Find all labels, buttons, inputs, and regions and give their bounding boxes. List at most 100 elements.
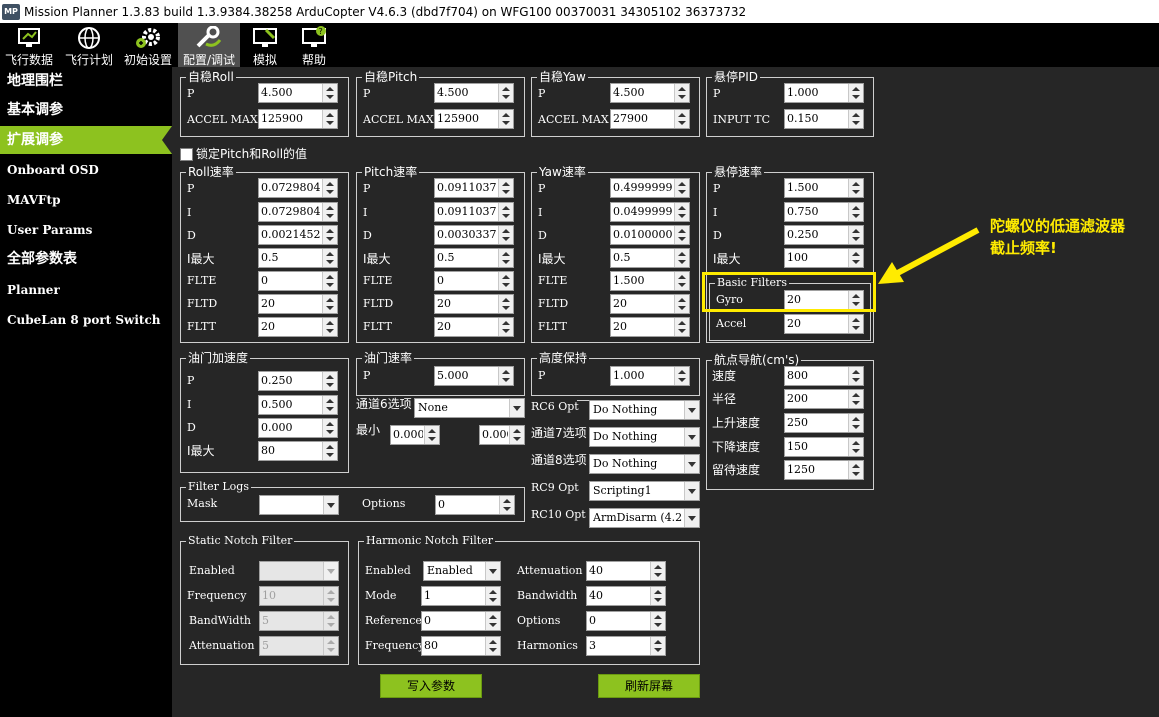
menu-config-tuning[interactable]: 配置/调试 <box>178 23 240 67</box>
group-title: Filter Logs <box>186 480 251 494</box>
group-title: Harmonic Notch Filter <box>364 534 495 548</box>
filter-logs-mask-select[interactable] <box>259 495 339 515</box>
throttle-accel-p-input[interactable]: 0.250 <box>258 371 338 391</box>
menu-initial-setup[interactable]: 初始设置 <box>120 23 176 67</box>
pitch-rate-fltt-input[interactable]: 20 <box>434 317 514 337</box>
roll-rate-flte-input[interactable]: 0 <box>258 271 338 291</box>
lock-pitch-roll-checkbox[interactable] <box>180 148 193 161</box>
chevron-down-icon <box>684 509 699 527</box>
harmonic-notch-frequency-input[interactable]: 80 <box>421 636 501 656</box>
menu-simulation[interactable]: 模拟 <box>244 23 286 67</box>
roll-rate-d-input[interactable]: 0.00214520 <box>258 225 338 245</box>
stab-roll-p-input[interactable]: 4.500 <box>258 83 338 103</box>
throttle-rate-p-input[interactable]: 5.000 <box>434 366 514 386</box>
yaw-rate-fltd-input[interactable]: 20 <box>610 294 690 314</box>
wp-climb-speed-input[interactable]: 250 <box>784 413 864 433</box>
wp-descent-speed-input[interactable]: 150 <box>784 437 864 457</box>
wp-loiter-speed-input[interactable]: 1250 <box>784 460 864 480</box>
spinner-icon <box>650 562 665 580</box>
stab-yaw-accel-input[interactable]: 27900 <box>610 109 690 129</box>
filter-logs-options-input[interactable]: 0 <box>435 495 515 515</box>
yaw-rate-p-input[interactable]: 0.4999999 <box>610 178 690 198</box>
static-notch-enabled-select[interactable] <box>259 561 339 581</box>
sidebar-item-geofence[interactable]: 地理围栏 <box>0 67 172 95</box>
roll-rate-fltt-input[interactable]: 20 <box>258 317 338 337</box>
sidebar-item-basic-tuning[interactable]: 基本调参 <box>0 96 172 124</box>
spinner-icon <box>322 318 337 336</box>
loiter-rate-d-input[interactable]: 0.250 <box>784 225 864 245</box>
pitch-rate-d-input[interactable]: 0.00303377 <box>434 225 514 245</box>
spinner-icon <box>848 249 863 267</box>
sidebar-item-extended-tuning[interactable]: 扩展调参 <box>0 126 172 154</box>
sidebar-item-onboard-osd[interactable]: Onboard OSD <box>0 156 172 184</box>
roll-rate-fltd-input[interactable]: 20 <box>258 294 338 314</box>
spinner-icon <box>322 372 337 390</box>
throttle-accel-i-input[interactable]: 0.500 <box>258 395 338 415</box>
harmonic-notch-attenuation-input[interactable]: 40 <box>586 561 666 581</box>
pitch-rate-imax-input[interactable]: 0.5 <box>434 248 514 268</box>
static-notch-attenuation-input[interactable]: 5 <box>259 636 339 656</box>
write-params-button[interactable]: 写入参数 <box>380 674 482 698</box>
menu-flight-plan[interactable]: 飞行计划 <box>60 23 118 67</box>
stab-yaw-p-input[interactable]: 4.500 <box>610 83 690 103</box>
throttle-accel-d-input[interactable]: 0.000 <box>258 418 338 438</box>
sidebar-item-planner[interactable]: Planner <box>0 276 172 304</box>
menu-flight-data[interactable]: 飞行数据 <box>0 23 58 67</box>
menu-help[interactable]: ? 帮助 <box>292 23 336 67</box>
ch6-max-input[interactable]: 0.000 <box>479 425 525 445</box>
rc9-option-select[interactable]: Scripting1 <box>589 481 700 501</box>
pitch-rate-i-input[interactable]: 0.09110379 <box>434 202 514 222</box>
yaw-rate-d-input[interactable]: 0.01000001 <box>610 225 690 245</box>
pitch-rate-fltd-input[interactable]: 20 <box>434 294 514 314</box>
alt-hold-p-input[interactable]: 1.000 <box>610 366 690 386</box>
throttle-accel-imax-input[interactable]: 80 <box>258 441 338 461</box>
harmonic-notch-reference-input[interactable]: 0 <box>421 611 501 631</box>
rc7-option-select[interactable]: Do Nothing <box>589 427 700 447</box>
harmonic-notch-mode-input[interactable]: 1 <box>421 586 501 606</box>
stab-pitch-accel-input[interactable]: 125900 <box>434 109 514 129</box>
yaw-rate-i-input[interactable]: 0.04999999 <box>610 202 690 222</box>
pitch-rate-p-input[interactable]: 0.09110379 <box>434 178 514 198</box>
yaw-rate-flte-input[interactable]: 1.500 <box>610 271 690 291</box>
spinner-icon <box>323 587 338 605</box>
harmonic-notch-enabled-select[interactable]: Enabled <box>423 561 501 581</box>
wp-radius-input[interactable]: 200 <box>784 389 864 409</box>
loiter-input-tc-input[interactable]: 0.150 <box>784 109 864 129</box>
pitch-rate-flte-input[interactable]: 0 <box>434 271 514 291</box>
throttle-rate-group: 油门速率 P 5.000 <box>356 351 525 396</box>
spinner-icon <box>322 396 337 414</box>
static-notch-group: Static Notch Filter Enabled Frequency 10… <box>180 534 349 665</box>
rc8-option-select[interactable]: Do Nothing <box>589 454 700 474</box>
roll-rate-imax-input[interactable]: 0.5 <box>258 248 338 268</box>
sidebar-item-mavftp[interactable]: MAVFtp <box>0 186 172 214</box>
sidebar-item-full-param-list[interactable]: 全部参数表 <box>0 245 172 273</box>
accel-filter-input[interactable]: 20 <box>784 314 864 334</box>
static-notch-frequency-input[interactable]: 10 <box>259 586 339 606</box>
stab-roll-accel-input[interactable]: 125900 <box>258 109 338 129</box>
loiter-rate-i-input[interactable]: 0.750 <box>784 202 864 222</box>
roll-rate-p-input[interactable]: 0.07298045 <box>258 178 338 198</box>
group-title: 油门速率 <box>362 351 415 365</box>
stab-pitch-p-input[interactable]: 4.500 <box>434 83 514 103</box>
svg-text:?: ? <box>319 27 323 36</box>
yaw-rate-fltt-input[interactable]: 20 <box>610 317 690 337</box>
harmonic-notch-harmonics-input[interactable]: 3 <box>586 636 666 656</box>
roll-rate-i-input[interactable]: 0.07298045 <box>258 202 338 222</box>
wp-speed-input[interactable]: 800 <box>784 366 864 386</box>
loiter-rate-imax-input[interactable]: 100 <box>784 248 864 268</box>
harmonic-notch-options-input[interactable]: 0 <box>586 611 666 631</box>
ch6-option-select[interactable]: None <box>414 398 525 418</box>
harmonic-notch-bandwidth-input[interactable]: 40 <box>586 586 666 606</box>
spinner-icon <box>485 587 500 605</box>
loiter-p-input[interactable]: 1.000 <box>784 83 864 103</box>
sidebar-item-user-params[interactable]: User Params <box>0 216 172 244</box>
yaw-rate-imax-input[interactable]: 0.5 <box>610 248 690 268</box>
rc6-option-select[interactable]: Do Nothing <box>589 400 700 420</box>
static-notch-bandwidth-input[interactable]: 5 <box>259 611 339 631</box>
group-title: 悬停PID <box>712 70 761 84</box>
rc10-option-select[interactable]: ArmDisarm (4.2 <box>589 508 700 528</box>
loiter-rate-p-input[interactable]: 1.500 <box>784 178 864 198</box>
ch6-min-input[interactable]: 0.000 <box>390 425 440 445</box>
refresh-screen-button[interactable]: 刷新屏幕 <box>598 674 700 698</box>
sidebar-item-cubelan-switch[interactable]: CubeLan 8 port Switch <box>0 306 172 334</box>
